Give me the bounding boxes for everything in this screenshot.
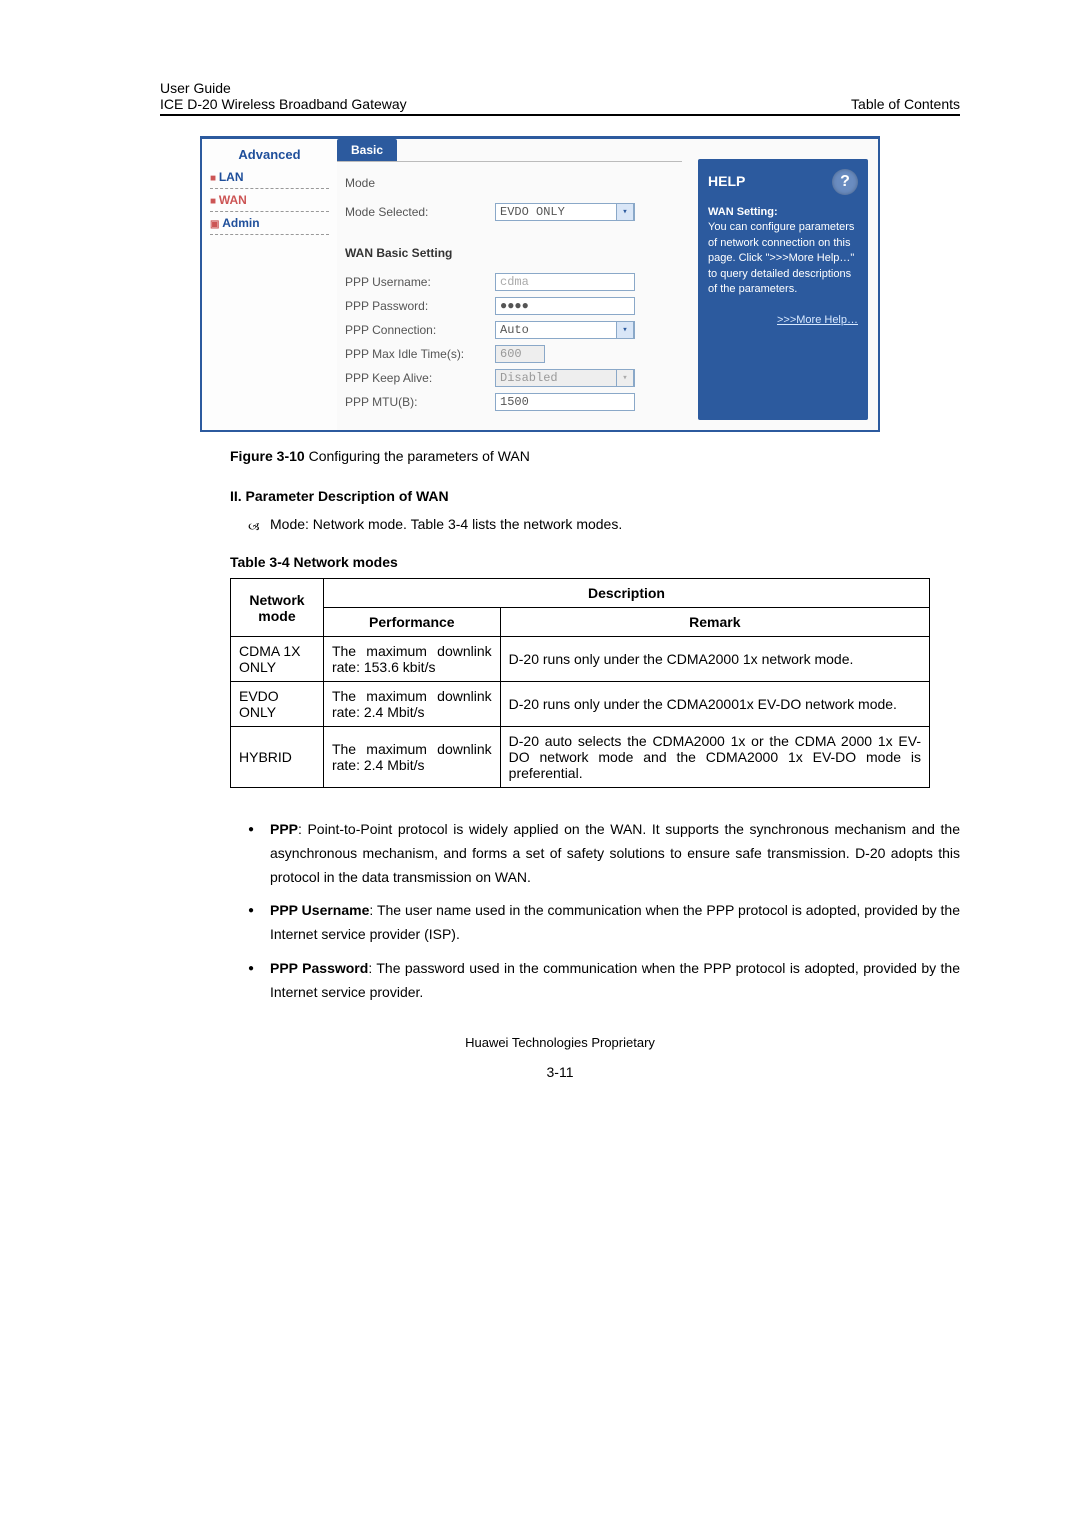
doc-header: User Guide ICE D-20 Wireless Broadband G… xyxy=(160,80,960,116)
bullet-ppp: PPP: Point-to-Point protocol is widely a… xyxy=(270,818,960,889)
bullet-user-text: : The user name used in the communicatio… xyxy=(270,902,960,942)
ppp-mtu-label: PPP MTU(B): xyxy=(345,395,495,409)
sidebar-item-wan[interactable]: WAN xyxy=(210,189,329,212)
sidebar-item-admin[interactable]: Admin xyxy=(210,212,329,235)
ppp-keepalive-dropdown[interactable]: Disabled ▾ xyxy=(495,369,635,387)
th-description: Description xyxy=(323,579,929,608)
bullet-ppp-text: : Point-to-Point protocol is widely appl… xyxy=(270,821,960,885)
cell-mode: HYBRID xyxy=(231,727,324,788)
mode-selected-value: EVDO ONLY xyxy=(500,205,565,219)
cell-remark: D-20 runs only under the CDMA2000 1x net… xyxy=(500,637,929,682)
th-remark: Remark xyxy=(500,608,929,637)
ppp-idle-label: PPP Max Idle Time(s): xyxy=(345,347,495,361)
help-panel: HELP ? WAN Setting: You can configure pa… xyxy=(698,159,868,420)
bullet-ppp-bold: PPP xyxy=(270,821,298,837)
bullet-pass-bold: PPP Password xyxy=(270,960,368,976)
table-caption-bold: Table 3-4 xyxy=(230,554,290,570)
cell-remark: D-20 runs only under the CDMA20001x EV-D… xyxy=(500,682,929,727)
figure-caption-text: Configuring the parameters of WAN xyxy=(305,448,530,464)
question-mark-icon: ? xyxy=(832,169,858,195)
bullet-pass-text: : The password used in the communication… xyxy=(270,960,960,1000)
cell-perf: The maximum downlink rate: 153.6 kbit/s xyxy=(323,637,500,682)
page-number: 3-11 xyxy=(160,1064,960,1080)
chevron-down-icon: ▾ xyxy=(616,369,634,387)
ppp-username-label: PPP Username: xyxy=(345,275,495,289)
ppp-password-input[interactable] xyxy=(495,297,635,315)
chevron-down-icon: ▾ xyxy=(616,203,634,221)
tab-basic[interactable]: Basic xyxy=(337,139,397,161)
table-caption-text: Network modes xyxy=(290,554,398,570)
help-title: HELP xyxy=(708,172,745,192)
network-modes-table: Network mode Description Performance Rem… xyxy=(230,578,930,788)
config-ui-screenshot: Advanced LAN WAN Admin Basic Mode Mode S… xyxy=(200,136,880,432)
bullet-user-bold: PPP Username xyxy=(270,902,369,918)
cell-perf: The maximum downlink rate: 2.4 Mbit/s xyxy=(323,727,500,788)
mode-section: Mode Mode Selected: EVDO ONLY ▾ xyxy=(337,161,682,230)
bullet-mode: Mode: Network mode. Table 3-4 lists the … xyxy=(270,516,960,540)
table-row: EVDO ONLY The maximum downlink rate: 2.4… xyxy=(231,682,930,727)
ppp-connection-dropdown[interactable]: Auto ▾ xyxy=(495,321,635,339)
figure-caption: Figure 3-10 Configuring the parameters o… xyxy=(230,448,960,464)
section-ii-heading: II. Parameter Description of WAN xyxy=(230,488,960,504)
ppp-password-label: PPP Password: xyxy=(345,299,495,313)
cell-mode: EVDO ONLY xyxy=(231,682,324,727)
table-row: HYBRID The maximum downlink rate: 2.4 Mb… xyxy=(231,727,930,788)
sidebar-title: Advanced xyxy=(210,145,329,166)
th-performance: Performance xyxy=(323,608,500,637)
ppp-connection-value: Auto xyxy=(500,323,529,337)
config-panel: Basic Mode Mode Selected: EVDO ONLY ▾ W xyxy=(337,139,692,430)
doc-header-line1: User Guide xyxy=(160,80,960,96)
ppp-idle-input[interactable] xyxy=(495,345,545,363)
doc-header-right: Table of Contents xyxy=(851,96,960,112)
help-subtitle: WAN Setting: xyxy=(708,206,778,218)
cell-perf: The maximum downlink rate: 2.4 Mbit/s xyxy=(323,682,500,727)
bullet-ppp-username: PPP Username: The user name used in the … xyxy=(270,899,960,947)
cell-mode: CDMA 1X ONLY xyxy=(231,637,324,682)
sidebar: Advanced LAN WAN Admin xyxy=(202,139,337,430)
chevron-down-icon: ▾ xyxy=(616,321,634,339)
table-caption: Table 3-4 Network modes xyxy=(230,554,960,570)
table-row: CDMA 1X ONLY The maximum downlink rate: … xyxy=(231,637,930,682)
help-text: You can configure parameters of network … xyxy=(708,220,858,297)
ppp-keepalive-label: PPP Keep Alive: xyxy=(345,371,495,385)
more-help-link[interactable]: >>>More Help… xyxy=(708,313,858,328)
mode-section-title: Mode xyxy=(345,172,676,200)
footer-proprietary: Huawei Technologies Proprietary xyxy=(160,1035,960,1050)
doc-header-left: ICE D-20 Wireless Broadband Gateway xyxy=(160,96,407,112)
ppp-connection-label: PPP Connection: xyxy=(345,323,495,337)
mode-selected-label: Mode Selected: xyxy=(345,205,495,219)
th-network-mode: Network mode xyxy=(231,579,324,637)
bullet-ppp-password: PPP Password: The password used in the c… xyxy=(270,957,960,1005)
wan-section-title: WAN Basic Setting xyxy=(345,240,676,270)
figure-caption-bold: Figure 3-10 xyxy=(230,448,305,464)
ppp-keepalive-value: Disabled xyxy=(500,371,558,385)
cell-remark: D-20 auto selects the CDMA2000 1x or the… xyxy=(500,727,929,788)
ppp-username-input[interactable] xyxy=(495,273,635,291)
ppp-mtu-input[interactable] xyxy=(495,393,635,411)
sidebar-item-lan[interactable]: LAN xyxy=(210,166,329,189)
mode-selected-dropdown[interactable]: EVDO ONLY ▾ xyxy=(495,203,635,221)
